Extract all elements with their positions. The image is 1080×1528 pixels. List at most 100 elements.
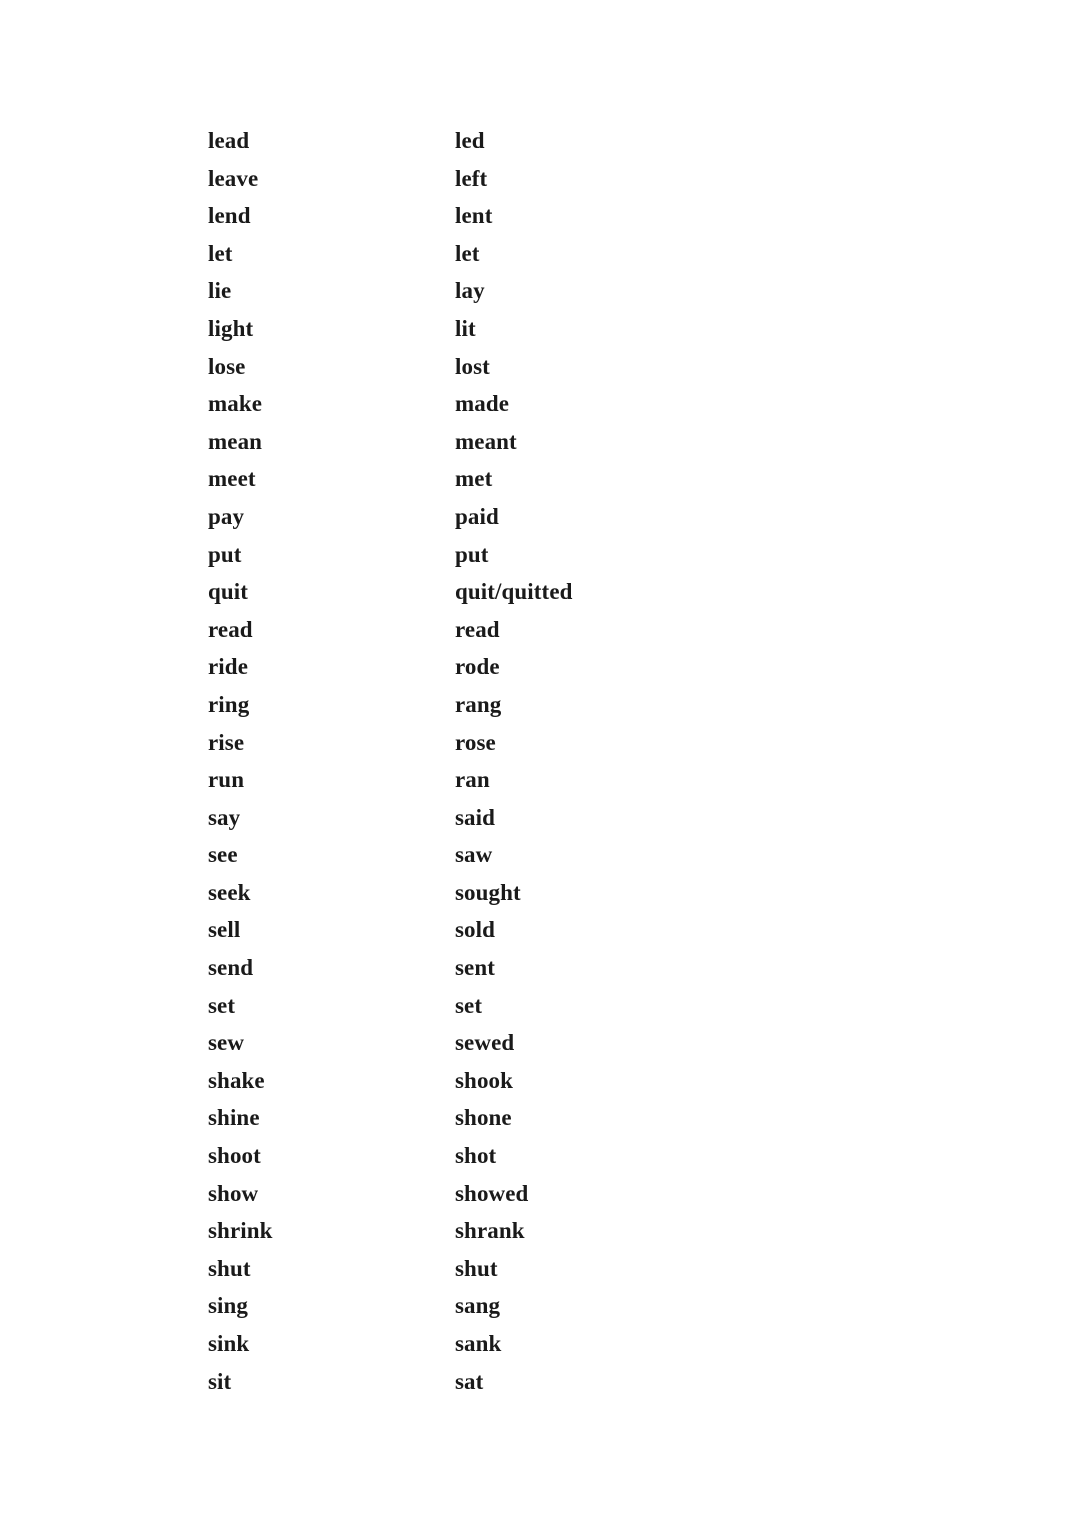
table-row: ride rode bbox=[208, 648, 848, 686]
table-row: lie lay bbox=[208, 272, 848, 310]
verb-past-simple: saw bbox=[455, 842, 493, 868]
verb-past-simple: put bbox=[455, 541, 489, 567]
table-row: mean meant bbox=[208, 423, 848, 461]
verb-past-simple: set bbox=[455, 992, 483, 1018]
verb-past-simple: sewed bbox=[455, 1030, 515, 1056]
table-row: lead led bbox=[208, 122, 848, 160]
verb-base-form: shrink bbox=[208, 1218, 273, 1244]
table-row: read read bbox=[208, 611, 848, 649]
verb-base-form: quit bbox=[208, 579, 249, 605]
verb-base-form: ride bbox=[208, 654, 248, 680]
table-row: run ran bbox=[208, 761, 848, 799]
verb-past-simple: said bbox=[455, 804, 496, 830]
table-row: sew sewed bbox=[208, 1024, 848, 1062]
verb-base-form: shine bbox=[208, 1105, 260, 1131]
table-row: shoot shot bbox=[208, 1137, 848, 1175]
document-page: lead led leave left lend lent let let lie lay ligh… bbox=[0, 0, 1080, 1528]
irregular-verbs-table: lead led leave left lend lent let let lie lay ligh… bbox=[208, 122, 848, 1400]
verb-base-form: put bbox=[208, 541, 242, 567]
verb-past-simple: sang bbox=[455, 1293, 501, 1319]
verb-past-simple: let bbox=[455, 240, 480, 266]
verb-past-simple: lay bbox=[455, 278, 485, 304]
verb-base-form: sew bbox=[208, 1030, 245, 1056]
verb-past-simple: quit/quitted bbox=[455, 579, 573, 605]
table-row: show showed bbox=[208, 1175, 848, 1213]
verb-past-simple: paid bbox=[455, 503, 499, 529]
verb-base-form: leave bbox=[208, 165, 259, 191]
verb-past-simple: sold bbox=[455, 917, 496, 943]
table-row: meet met bbox=[208, 460, 848, 498]
verb-base-form: shake bbox=[208, 1067, 265, 1093]
verb-past-simple: sent bbox=[455, 955, 496, 981]
verb-past-simple: met bbox=[455, 466, 493, 492]
verb-past-simple: rode bbox=[455, 654, 500, 680]
verb-past-simple: rang bbox=[455, 691, 502, 717]
table-row: send sent bbox=[208, 949, 848, 987]
verb-past-simple: shot bbox=[455, 1143, 497, 1169]
table-row: sit sat bbox=[208, 1363, 848, 1401]
table-row: lend lent bbox=[208, 197, 848, 235]
verb-base-form: light bbox=[208, 315, 254, 341]
verb-base-form: show bbox=[208, 1180, 259, 1206]
verb-base-form: say bbox=[208, 804, 241, 830]
verb-base-form: sit bbox=[208, 1368, 232, 1394]
table-row: put put bbox=[208, 536, 848, 574]
verb-past-simple: read bbox=[455, 616, 500, 642]
table-row: shrink shrank bbox=[208, 1212, 848, 1250]
verb-base-form: run bbox=[208, 767, 245, 793]
verb-base-form: send bbox=[208, 955, 254, 981]
table-row: sell sold bbox=[208, 911, 848, 949]
verb-base-form: see bbox=[208, 842, 238, 868]
verb-base-form: mean bbox=[208, 428, 263, 454]
verb-base-form: read bbox=[208, 616, 253, 642]
verb-past-simple: sat bbox=[455, 1368, 484, 1394]
verb-base-form: make bbox=[208, 391, 263, 417]
table-row: quit quit/quitted bbox=[208, 573, 848, 611]
verb-past-simple: shrank bbox=[455, 1218, 525, 1244]
verb-base-form: shut bbox=[208, 1255, 251, 1281]
verb-past-simple: lit bbox=[455, 315, 476, 341]
verb-base-form: rise bbox=[208, 729, 245, 755]
verb-past-simple: shook bbox=[455, 1067, 514, 1093]
table-row: shut shut bbox=[208, 1250, 848, 1288]
verb-past-simple: shut bbox=[455, 1255, 498, 1281]
table-row: say said bbox=[208, 799, 848, 837]
verb-base-form: set bbox=[208, 992, 236, 1018]
verb-base-form: sing bbox=[208, 1293, 249, 1319]
table-row: set set bbox=[208, 987, 848, 1025]
verb-past-simple: lent bbox=[455, 203, 493, 229]
table-row: rise rose bbox=[208, 724, 848, 762]
table-row: let let bbox=[208, 235, 848, 273]
verb-past-simple: shone bbox=[455, 1105, 512, 1131]
verb-past-simple: sank bbox=[455, 1331, 502, 1356]
verb-past-simple: showed bbox=[455, 1180, 529, 1206]
verb-base-form: sink bbox=[208, 1331, 250, 1356]
verb-past-simple: lost bbox=[455, 353, 490, 379]
verb-base-form: seek bbox=[208, 879, 251, 905]
verb-past-simple: sought bbox=[455, 879, 521, 905]
verb-base-form: lend bbox=[208, 203, 251, 229]
table-row: lose lost bbox=[208, 348, 848, 386]
verb-base-form: ring bbox=[208, 691, 250, 717]
verb-past-simple: led bbox=[455, 128, 485, 153]
verb-past-simple: made bbox=[455, 391, 510, 417]
verb-base-form: lead bbox=[208, 128, 250, 153]
verb-past-simple: left bbox=[455, 165, 488, 191]
verb-base-form: sell bbox=[208, 917, 241, 943]
table-row: ring rang bbox=[208, 686, 848, 724]
table-row: shake shook bbox=[208, 1062, 848, 1100]
verb-base-form: meet bbox=[208, 466, 256, 492]
table-row: shine shone bbox=[208, 1099, 848, 1137]
verb-base-form: lose bbox=[208, 353, 246, 379]
verb-past-simple: ran bbox=[455, 767, 490, 793]
table-row: see saw bbox=[208, 836, 848, 874]
verb-past-simple: rose bbox=[455, 729, 496, 755]
table-row: seek sought bbox=[208, 874, 848, 912]
verb-base-form: shoot bbox=[208, 1143, 261, 1169]
table-row: make made bbox=[208, 385, 848, 423]
verb-base-form: pay bbox=[208, 503, 245, 529]
table-row: sing sang bbox=[208, 1287, 848, 1325]
verb-base-form: lie bbox=[208, 278, 232, 304]
verb-base-form: let bbox=[208, 240, 233, 266]
table-row: pay paid bbox=[208, 498, 848, 536]
